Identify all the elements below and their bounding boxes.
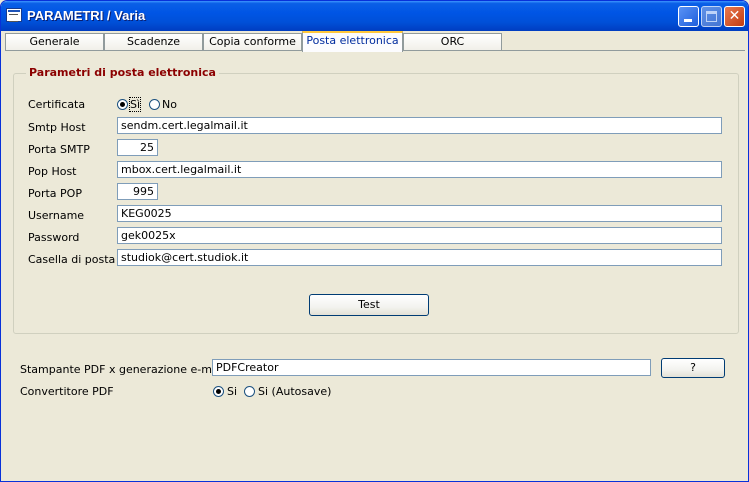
tab-scadenze[interactable]: Scadenze	[104, 33, 203, 51]
close-button[interactable]: ✕	[724, 6, 745, 27]
pdf-printer-label: Stampante PDF x generazione e-mail	[20, 363, 225, 376]
converter-autosave-radio[interactable]	[244, 386, 255, 397]
porta-pop-label: Porta POP	[28, 187, 82, 200]
maximize-icon	[706, 11, 717, 22]
casella-field[interactable]: studiok@cert.studiok.it	[117, 249, 722, 266]
certificata-no-radio[interactable]	[149, 99, 160, 110]
converter-si-label[interactable]: Si	[227, 385, 237, 398]
password-label: Password	[28, 231, 80, 244]
minimize-button[interactable]	[678, 6, 699, 27]
porta-smtp-label: Porta SMTP	[28, 143, 90, 156]
porta-pop-field[interactable]: 995	[117, 183, 158, 200]
certificata-no-label[interactable]: No	[162, 98, 177, 111]
certificata-label: Certificata	[28, 98, 86, 111]
email-group-title: Parametri di posta elettronica	[26, 66, 219, 79]
tab-copia-conforme[interactable]: Copia conforme	[203, 33, 302, 51]
certificata-si-label[interactable]: Sì	[128, 97, 142, 112]
tab-strip: Generale Scadenze Copia conforme Posta e…	[5, 31, 745, 52]
password-field[interactable]: gek0025x	[117, 227, 722, 244]
pop-host-field[interactable]: mbox.cert.legalmail.it	[117, 161, 722, 178]
converter-autosave-label[interactable]: Si (Autosave)	[258, 385, 331, 398]
window-title: PARAMETRI / Varia	[27, 8, 146, 23]
smtp-host-label: Smtp Host	[28, 121, 86, 134]
close-icon: ✕	[728, 8, 741, 24]
pop-host-label: Pop Host	[28, 165, 77, 178]
username-field[interactable]: KEG0025	[117, 205, 722, 222]
pdf-converter-label: Convertitore PDF	[20, 385, 114, 398]
converter-si-radio[interactable]	[213, 386, 224, 397]
window: PARAMETRI / Varia ✕ Generale Scadenze Co…	[0, 0, 749, 482]
title-bar[interactable]: PARAMETRI / Varia ✕	[1, 1, 748, 31]
form-icon	[6, 8, 22, 22]
minimize-icon	[684, 19, 692, 22]
username-label: Username	[28, 209, 85, 222]
smtp-host-field[interactable]: sendm.cert.legalmail.it	[117, 117, 722, 134]
casella-label: Casella di posta	[28, 253, 116, 266]
porta-smtp-field[interactable]: 25	[117, 139, 158, 156]
pdf-printer-field[interactable]: PDFCreator	[212, 359, 651, 376]
tab-generale[interactable]: Generale	[5, 33, 104, 51]
tab-orc[interactable]: ORC	[403, 33, 502, 51]
tab-posta-elettronica[interactable]: Posta elettronica	[302, 31, 403, 52]
maximize-button[interactable]	[701, 6, 722, 27]
browse-printer-button[interactable]: ?	[661, 358, 725, 378]
test-button[interactable]: Test	[309, 294, 429, 316]
certificata-si-radio[interactable]	[117, 99, 128, 110]
